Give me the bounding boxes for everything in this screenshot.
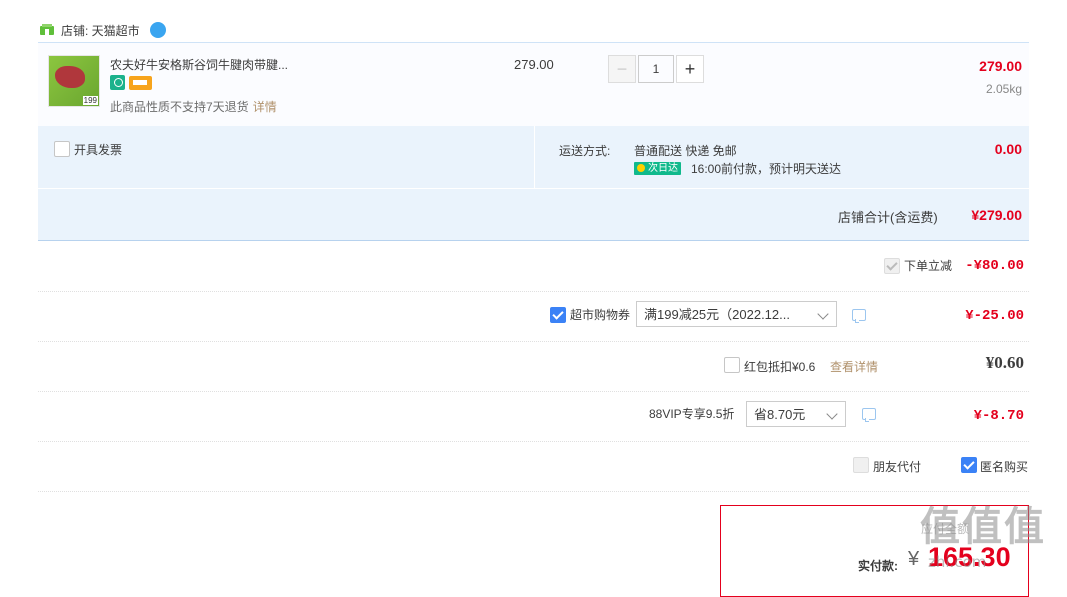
shipping-eta: 16:00前付款，预计明天送达 xyxy=(691,162,842,176)
quantity-input[interactable]: 1 xyxy=(638,55,674,83)
view-details-link[interactable]: 查看详情 xyxy=(830,358,878,375)
chevron-down-icon xyxy=(826,408,838,420)
shipping-label: 运送方式: xyxy=(559,144,611,158)
vip-selected: 省8.70元 xyxy=(754,407,806,422)
coupon-select[interactable]: 满199减25元（2022.12... xyxy=(636,301,837,327)
coupon-selected: 满199减25元（2022.12... xyxy=(644,307,790,322)
decrease-button[interactable]: − xyxy=(608,55,636,83)
cart-item: 199 农夫好牛安格斯谷饲牛腱肉带腱... 此商品性质不支持7天退货 详情 279… xyxy=(38,42,1029,128)
order-panel: 店铺: 天猫超市 199 农夫好牛安格斯谷饲牛腱肉带腱... 此商品性质不支持7… xyxy=(38,0,1029,597)
details-link[interactable]: 详情 xyxy=(253,100,277,114)
vip-label: 88VIP专享9.5折 xyxy=(649,407,735,421)
vip-row: 88VIP专享9.5折 省8.70元 ¥-8.70 xyxy=(38,391,1029,442)
thumb-price: 199 xyxy=(82,96,98,105)
chat-icon[interactable] xyxy=(150,22,166,38)
red-packet-label: 红包抵扣¥0.6 xyxy=(744,360,816,374)
product-title[interactable]: 农夫好牛安格斯谷饲牛腱肉带腱... xyxy=(110,56,288,73)
item-total: 279.00 xyxy=(979,58,1022,74)
product-thumbnail[interactable]: 199 xyxy=(48,55,100,107)
card-icon xyxy=(129,76,152,90)
anonymous-checkbox[interactable] xyxy=(961,457,977,473)
store-total-value: ¥279.00 xyxy=(971,207,1022,223)
shop-header: 店铺: 天猫超市 xyxy=(38,18,1029,42)
vip-select[interactable]: 省8.70元 xyxy=(746,401,846,427)
return-policy-text: 此商品性质不支持7天退货 xyxy=(110,100,249,114)
coupon-label: 超市购物券 xyxy=(570,308,631,322)
shop-name[interactable]: 店铺: 天猫超市 xyxy=(61,22,140,39)
return-policy-note: 此商品性质不支持7天退货 详情 xyxy=(110,98,277,115)
watermark-sub: zhi.com xyxy=(928,553,987,571)
next-day-badge: 次日达 xyxy=(634,162,681,175)
item-weight: 2.05kg xyxy=(985,82,1022,96)
red-packet-value: ¥0.60 xyxy=(985,353,1024,372)
watermark: 值值值 xyxy=(920,504,1046,550)
instant-discount-value: -¥80.00 xyxy=(965,258,1024,274)
friend-pay-label: 朋友代付 xyxy=(873,460,922,474)
coupon-row: 超市购物券 满199减25元（2022.12... ¥-25.00 xyxy=(38,291,1029,342)
message-icon[interactable] xyxy=(862,408,876,422)
instant-discount-label: 下单立减 xyxy=(904,259,953,273)
chevron-down-icon xyxy=(817,308,829,320)
instant-discount-row: 下单立减 -¥80.00 xyxy=(38,241,1029,292)
invoice-checkbox[interactable] xyxy=(54,141,70,157)
service-icon xyxy=(110,75,125,90)
store-total-label: 店铺合计(含运费) xyxy=(838,210,938,225)
unit-price: 279.00 xyxy=(514,57,554,72)
divider xyxy=(534,126,535,188)
currency-symbol: ¥ xyxy=(908,548,920,570)
shop-icon xyxy=(40,24,54,35)
order-options: 开具发票 运送方式: 普通配送 快递 免邮 次日达 16:00前付款，预计明天送… xyxy=(38,126,1029,241)
product-image xyxy=(55,66,85,88)
instant-discount-checkbox xyxy=(884,258,900,274)
anonymous-label: 匿名购买 xyxy=(980,460,1029,474)
vip-value: ¥-8.70 xyxy=(973,408,1024,424)
coupon-value: ¥-25.00 xyxy=(965,308,1024,324)
increase-button[interactable]: + xyxy=(676,55,704,83)
message-icon[interactable] xyxy=(852,309,866,323)
shipping-fee: 0.00 xyxy=(994,141,1022,157)
extras-row: 朋友代付 匿名购买 xyxy=(38,441,1029,492)
coupon-checkbox[interactable] xyxy=(550,307,566,323)
shipping-method: 普通配送 快递 免邮 xyxy=(634,144,737,158)
invoice-label[interactable]: 开具发票 xyxy=(74,141,122,158)
red-packet-row: 红包抵扣¥0.6 查看详情 ¥0.60 xyxy=(38,341,1029,392)
red-packet-checkbox[interactable] xyxy=(724,357,740,373)
divider xyxy=(38,188,1029,189)
friend-pay-checkbox[interactable] xyxy=(853,457,869,473)
payment-label: 实付款: xyxy=(858,559,898,573)
